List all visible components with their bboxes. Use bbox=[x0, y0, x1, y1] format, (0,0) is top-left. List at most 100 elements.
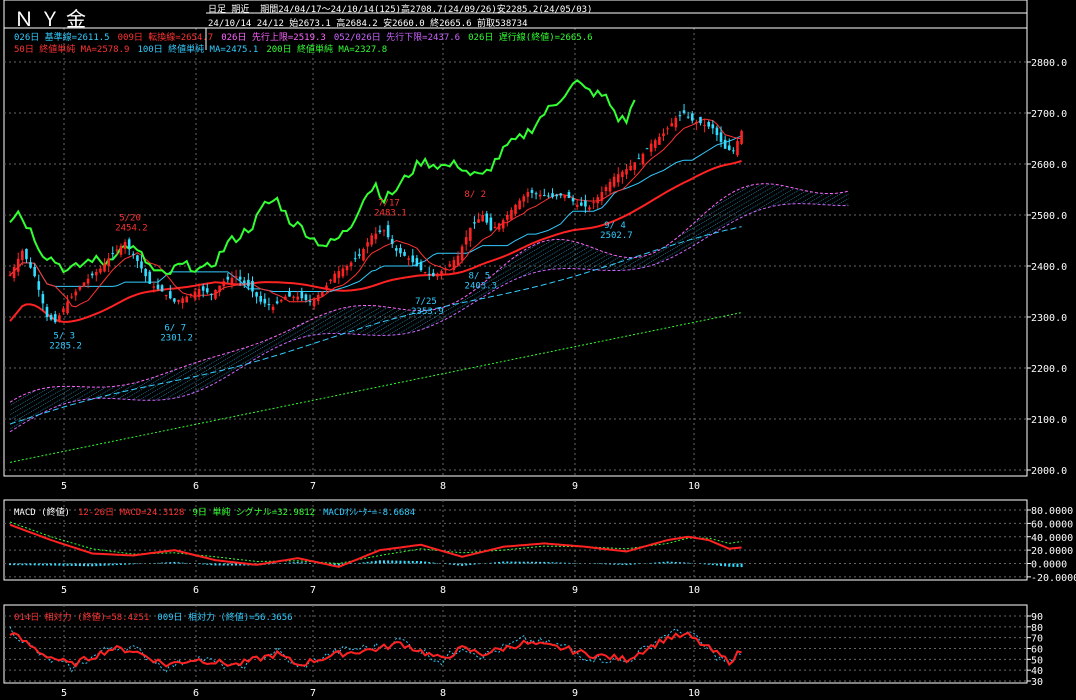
candle-body bbox=[518, 200, 521, 210]
rsi9-line bbox=[9, 626, 742, 673]
price-panel: 5 6 7 8 9 10 2000.0 2100.0 2200.0 2300.0 2400.0 250… bbox=[3, 0, 1067, 492]
instrument-title: ＮＹ金 bbox=[14, 7, 92, 31]
candle-body bbox=[378, 230, 382, 232]
candle-body bbox=[588, 207, 591, 210]
rsi-legend: 014日 相対力 (終値)=58.4251 009日 相対力 (終値)=56.36… bbox=[14, 610, 301, 623]
candle-body bbox=[658, 136, 661, 145]
chart-mode: 日足 期近 期間24/04/17～24/10/14(125)高2708.7(24… bbox=[208, 2, 592, 15]
candle bbox=[136, 254, 139, 268]
candle bbox=[49, 313, 53, 321]
candle bbox=[90, 271, 94, 279]
legend-entry: 009日 相対力 (終値)=56.3656 bbox=[157, 613, 293, 623]
candle-body bbox=[514, 204, 517, 214]
legend-entry: MACDｵｼﾚｰﾀｰ=-8.6684 bbox=[323, 508, 416, 518]
y-tick-label: 60 bbox=[1031, 645, 1043, 656]
candle bbox=[210, 293, 213, 301]
quote-info: 24/10/14 24/12 始2673.1 高2684.2 安2660.0 終… bbox=[208, 19, 528, 29]
annotation-value: 2483.1 bbox=[374, 209, 407, 219]
candle-body bbox=[115, 249, 119, 251]
candle bbox=[70, 293, 73, 300]
x-tick-label: 7 bbox=[310, 688, 316, 699]
candle-body bbox=[629, 165, 632, 171]
candle-body bbox=[662, 133, 665, 137]
candle bbox=[316, 292, 320, 305]
candle bbox=[740, 129, 743, 145]
candle bbox=[547, 192, 550, 198]
candle bbox=[263, 293, 267, 307]
y-tick-label: 70 bbox=[1031, 634, 1043, 645]
candle-body bbox=[666, 128, 669, 130]
candle-body bbox=[711, 124, 715, 129]
y-tick-label: 2000.0 bbox=[1031, 466, 1067, 477]
candle-body bbox=[649, 143, 653, 152]
candle-body bbox=[41, 294, 45, 304]
candle-body bbox=[140, 261, 143, 269]
candle bbox=[29, 257, 32, 269]
candle-body bbox=[205, 288, 209, 293]
candle bbox=[436, 272, 439, 281]
candle-body bbox=[123, 242, 127, 249]
annotation-value: 2454.2 bbox=[115, 223, 148, 233]
candle-body bbox=[74, 291, 78, 296]
legend-entry: 100日 終値単純 MA=2475.1 bbox=[137, 45, 259, 55]
candle-body bbox=[173, 298, 176, 302]
candle-body bbox=[127, 239, 131, 249]
candle-body bbox=[177, 300, 180, 302]
candle bbox=[633, 162, 637, 176]
candle-body bbox=[29, 262, 32, 268]
candle-body bbox=[95, 271, 98, 276]
candle bbox=[168, 285, 172, 300]
candle-body bbox=[185, 296, 189, 303]
legend-entry: MACD (終値) bbox=[14, 508, 70, 518]
candle-body bbox=[366, 242, 369, 247]
candle-body bbox=[242, 280, 246, 283]
candle bbox=[45, 303, 49, 321]
candle bbox=[506, 211, 509, 227]
candle-body bbox=[66, 301, 69, 314]
y-tick-label: -20.0000 bbox=[1031, 573, 1076, 584]
candle-body bbox=[337, 271, 341, 278]
y-tick-label: 2800.0 bbox=[1031, 58, 1067, 69]
candle-body bbox=[584, 200, 587, 207]
annotation-date: 5/20 bbox=[119, 213, 141, 223]
candle bbox=[374, 227, 378, 244]
candle-body bbox=[144, 268, 147, 277]
candle-body bbox=[103, 263, 106, 272]
candle-body bbox=[399, 247, 402, 254]
legend-entry: 200日 終値単純 MA=2327.8 bbox=[266, 45, 388, 55]
candle bbox=[395, 245, 398, 257]
candle bbox=[407, 255, 410, 267]
candle bbox=[123, 239, 127, 254]
annotation-date: 6/ 7 bbox=[164, 323, 186, 333]
candle-body bbox=[107, 258, 110, 267]
candle bbox=[353, 251, 357, 262]
candle-body bbox=[279, 300, 283, 302]
x-tick-label: 8 bbox=[440, 688, 446, 699]
candle bbox=[275, 296, 279, 305]
x-tick-label: 7 bbox=[310, 481, 316, 492]
period-info: 期間24/04/17～24/10/14(125)高2708.7(24/09/26… bbox=[260, 5, 593, 15]
y-tick-label: 2400.0 bbox=[1031, 262, 1067, 273]
candle-body bbox=[547, 195, 550, 197]
candle-body bbox=[575, 204, 579, 207]
candle-body bbox=[440, 271, 443, 276]
candle-body bbox=[456, 255, 460, 266]
candle-body bbox=[727, 145, 731, 150]
x-tick-label: 5 bbox=[61, 585, 67, 596]
candle bbox=[444, 267, 447, 275]
candle bbox=[148, 269, 152, 285]
candle bbox=[362, 247, 365, 262]
candle-body bbox=[621, 171, 624, 178]
candle bbox=[469, 227, 472, 247]
candle bbox=[205, 283, 209, 295]
candle-body bbox=[292, 296, 295, 298]
candle bbox=[284, 294, 287, 300]
candle-body bbox=[86, 278, 90, 284]
candle-body bbox=[382, 230, 386, 232]
candle bbox=[526, 188, 530, 204]
candle-body bbox=[218, 285, 221, 292]
x-tick-label: 10 bbox=[688, 585, 700, 596]
candle bbox=[518, 198, 521, 210]
candle bbox=[584, 194, 587, 214]
y-tick-label: 80.0000 bbox=[1031, 506, 1073, 517]
